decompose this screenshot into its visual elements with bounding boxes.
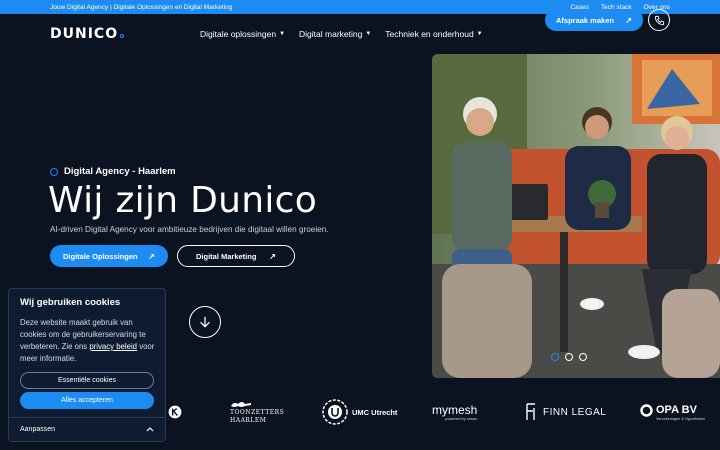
nav-label: Digitale oplossingen <box>200 29 277 39</box>
carousel-dot-1[interactable] <box>551 353 559 361</box>
digitale-oplossingen-button[interactable]: Digitale Oplossingen ↗ <box>50 245 168 267</box>
cookie-customize-toggle[interactable]: Aanpassen <box>20 422 154 436</box>
button-label: Digitale Oplossingen <box>63 251 138 261</box>
arrow-up-right-icon: ↗ <box>148 251 155 261</box>
top-bar-tagline: Jouw Digital Agency | Digitale Oplossing… <box>50 3 233 11</box>
nav-label: Digital marketing <box>299 29 363 39</box>
nav-item-digitale-oplossingen[interactable]: Digitale oplossingen ▼ <box>200 29 285 39</box>
client-logo-text: TOONZETTERS <box>230 409 285 416</box>
carousel-dot-3[interactable] <box>579 353 587 361</box>
logo-text: DUNICO <box>50 26 119 42</box>
client-logo-finn-legal: FINN LEGAL <box>525 392 606 432</box>
chevron-up-icon <box>146 427 154 432</box>
k-logo-icon <box>168 405 182 419</box>
hero-eyebrow-text: Digital Agency - Haarlem <box>64 166 176 177</box>
button-label: Digital Marketing <box>196 251 257 261</box>
client-logo-subtext: Verzekeringen & Hypotheken <box>656 416 706 421</box>
client-logo-mymesh: mymesh powered by simac <box>432 392 477 432</box>
client-logo-subtext: powered by simac <box>445 415 478 421</box>
privacy-beleid-link[interactable]: privacy beleid <box>89 342 137 351</box>
nav-item-techniek-en-onderhoud[interactable]: Techniek en onderhoud ▼ <box>385 29 482 39</box>
cookie-text: Deze website maakt gebruik van cookies o… <box>20 317 156 365</box>
violin-icon <box>231 402 251 407</box>
cookie-title: Wij gebruiken cookies <box>20 297 121 308</box>
umc-sun-icon <box>322 399 348 425</box>
client-logo-toonzetters: TOONZETTERS HAARLEM <box>230 392 284 432</box>
digital-marketing-button[interactable]: Digital Marketing ↗ <box>177 245 295 267</box>
opa-logo-row: OPA BV <box>640 403 697 417</box>
client-logo-umc-utrecht: UMC Utrecht <box>322 392 397 432</box>
client-logo-text: mymesh <box>432 402 478 417</box>
nav-item-digital-marketing[interactable]: Digital marketing ▼ <box>299 29 371 39</box>
arrow-up-right-icon: ↗ <box>625 15 632 25</box>
afspraak-maken-button[interactable]: Afspraak maken ↗ <box>545 9 643 31</box>
client-logo-text: HAARLEM <box>230 417 267 424</box>
hero-subtitle: AI-driven Digital Agency voor ambitieuze… <box>50 225 329 234</box>
carousel-dot-2[interactable] <box>565 353 573 361</box>
customize-label: Aanpassen <box>20 425 56 433</box>
hero-photo <box>432 54 720 378</box>
cta-label: Afspraak maken <box>556 15 614 25</box>
hero-eyebrow: Digital Agency - Haarlem <box>50 166 176 177</box>
team-photo-illustration <box>432 54 720 378</box>
client-logo-text: UMC Utrecht <box>352 407 398 417</box>
accept-all-button[interactable]: Alles accepteren <box>20 392 154 409</box>
cookie-divider <box>9 417 165 418</box>
main-nav: Digitale oplossingen ▼ Digital marketing… <box>200 14 483 54</box>
arrow-up-right-icon: ↗ <box>269 251 276 261</box>
chevron-down-icon: ▼ <box>476 31 483 37</box>
ring-icon <box>50 167 58 176</box>
finn-legal-mark-icon <box>526 403 535 420</box>
hero-title: Wij zijn Dunico <box>48 180 318 221</box>
nav-label: Techniek en onderhoud <box>385 29 474 39</box>
essential-cookies-button[interactable]: Essentiële cookies <box>20 372 154 389</box>
chevron-down-icon: ▼ <box>365 31 372 37</box>
client-logo-text: OPA BV <box>656 404 697 416</box>
client-logo-text: FINN LEGAL <box>543 406 607 418</box>
logo-dot-icon <box>120 34 125 38</box>
carousel-dots <box>551 353 587 361</box>
arrow-down-icon <box>200 316 210 328</box>
phone-button[interactable] <box>648 9 670 31</box>
cookie-banner: Wij gebruiken cookies Deze website maakt… <box>8 288 166 442</box>
chevron-down-icon: ▼ <box>279 31 286 37</box>
scroll-down-button[interactable] <box>189 306 221 338</box>
phone-icon <box>654 15 664 25</box>
opa-ring-icon <box>640 403 653 417</box>
client-logo-opa-bv: OPA BV Verzekeringen & Hypotheken <box>640 392 705 432</box>
client-logo-partial <box>168 392 182 432</box>
logo[interactable]: DUNICO <box>50 26 125 42</box>
